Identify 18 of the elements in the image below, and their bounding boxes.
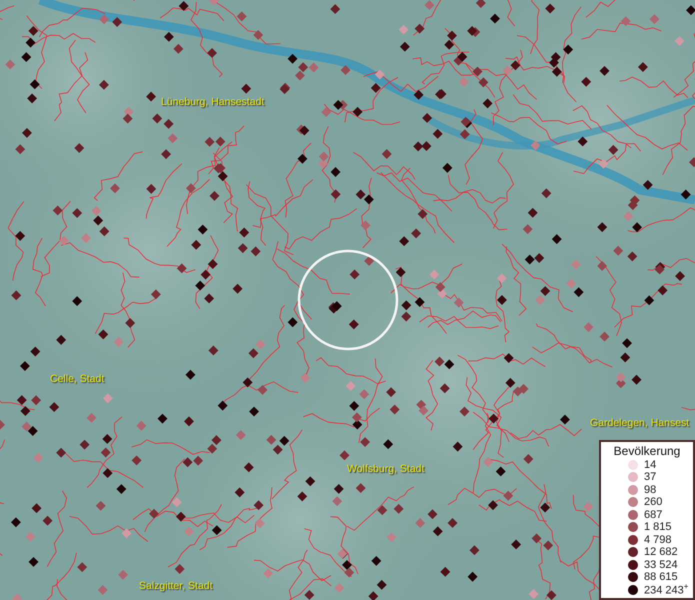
legend-label: 33 524 bbox=[644, 558, 678, 571]
legend-label: 14 bbox=[644, 458, 656, 471]
legend-title: Bevölkerung bbox=[612, 444, 682, 458]
legend-label: 1 815 bbox=[644, 521, 672, 534]
place-label: Gardelegen, Hansest bbox=[590, 417, 690, 429]
place-label: Wolfsburg, Stadt bbox=[347, 463, 424, 475]
legend-label: 4 798 bbox=[644, 534, 672, 546]
legend-label: 687 bbox=[644, 508, 662, 521]
place-label: Salzgitter, Stadt bbox=[139, 580, 213, 592]
legend-label: 88 615 bbox=[644, 571, 678, 584]
map-view[interactable]: Lüneburg, Hansestadt Celle, Stadt Gardelegen, Hansest Wolfsburg, Stadt Salzgitter, Stadt Bevölkerung 14 37 98 260 687 1 815 4 798 12 682 33 524 88 615 234 243$^{+}$ bbox=[0, 0, 695, 600]
legend-label: 260 bbox=[644, 496, 662, 508]
legend-label: 234 243$^{+}$ bbox=[644, 582, 688, 598]
legend-label: 37 bbox=[644, 471, 656, 484]
legend-label: 98 bbox=[644, 484, 656, 496]
place-label: Celle, Stadt bbox=[50, 373, 104, 385]
place-label: Lüneburg, Hansestadt bbox=[161, 96, 264, 108]
legend-label: 12 682 bbox=[644, 546, 678, 558]
